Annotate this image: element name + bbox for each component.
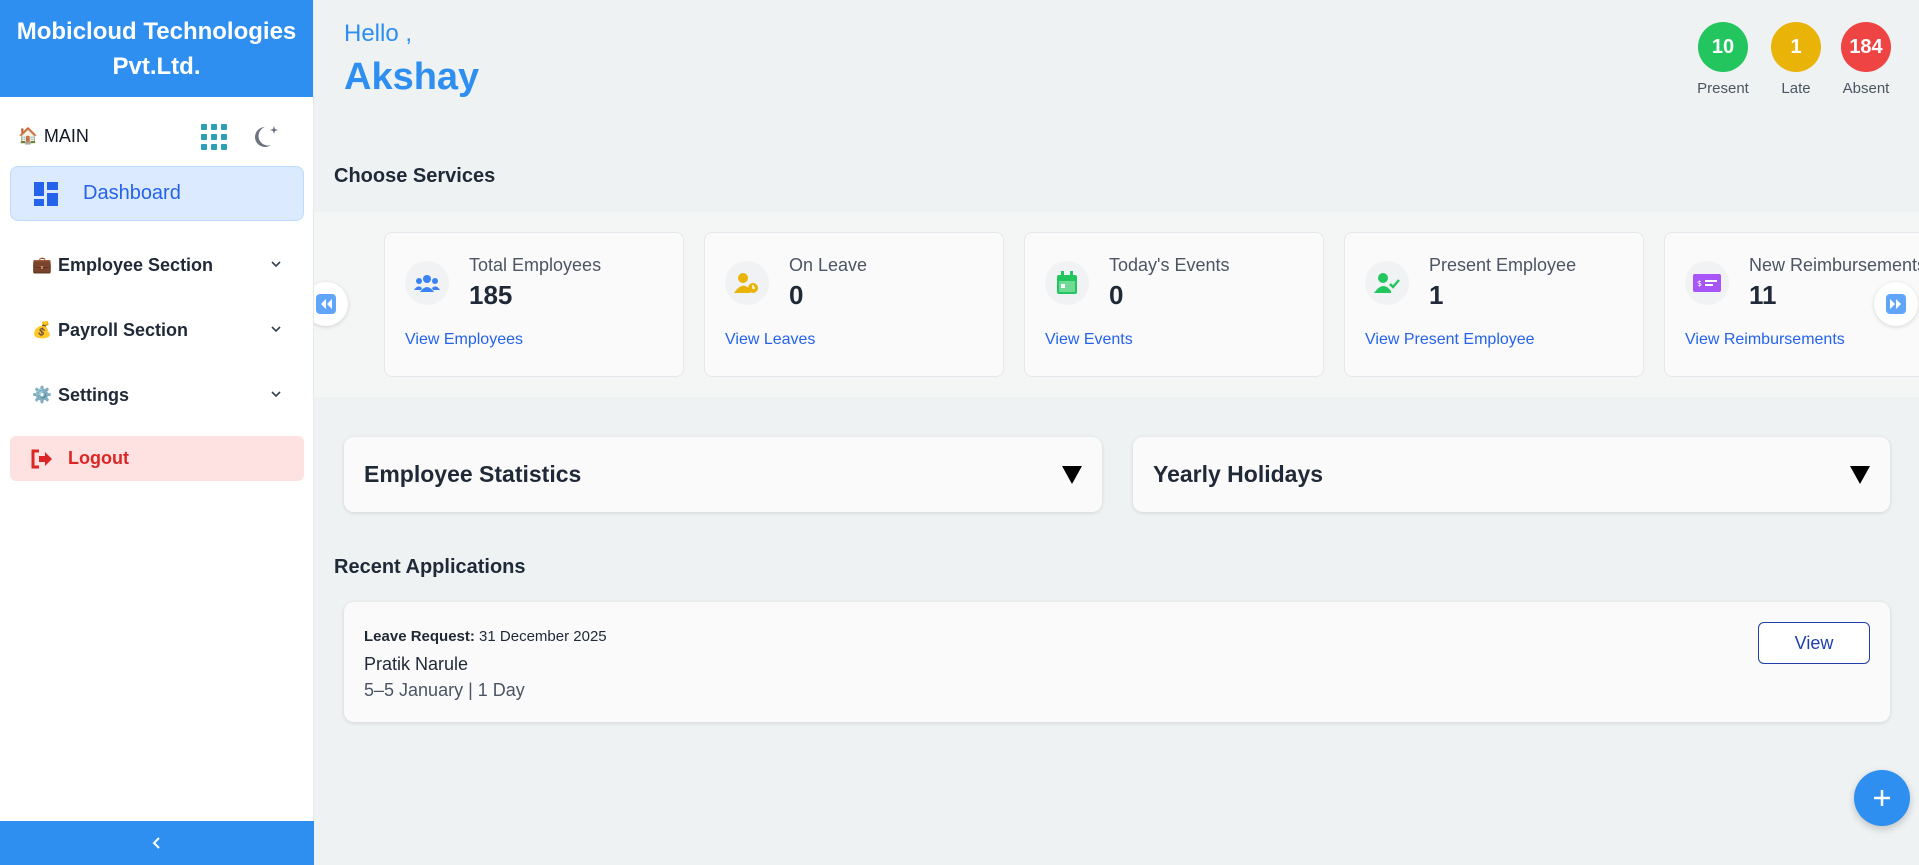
logout-icon [31, 449, 52, 468]
view-employees-link[interactable]: View Employees [405, 331, 523, 349]
card-title: Today's Events [1109, 255, 1230, 275]
accordion-title: Yearly Holidays [1153, 461, 1324, 487]
logout-label: Logout [68, 448, 129, 468]
stat-late[interactable]: 1 Late [1761, 22, 1831, 97]
stat-label: Absent [1842, 80, 1890, 97]
view-reimbursements-link[interactable]: View Reimbursements [1685, 331, 1845, 349]
stat-label: Late [1781, 80, 1811, 97]
card-value: 185 [469, 280, 513, 310]
card-title: Present Employee [1429, 255, 1577, 275]
request-line: Leave Request: 31 December 2025 [364, 628, 607, 645]
house-icon: 🏠 [18, 128, 38, 145]
sidebar-item-label: Dashboard [83, 182, 181, 204]
chevron-left-icon [152, 837, 160, 849]
double-chevron-right-icon [1886, 294, 1906, 314]
request-type: Leave Request: [364, 628, 475, 645]
main-section-label: MAIN [43, 125, 89, 146]
stat-value: 10 [1698, 22, 1748, 72]
accordion-title: Employee Statistics [364, 461, 582, 487]
greeting: Hello , [344, 20, 413, 47]
company-name: Mobicloud Technologies Pvt.Ltd. [16, 17, 297, 80]
user-clock-icon [725, 261, 769, 305]
sidebar-collapse-button[interactable] [0, 821, 314, 865]
money-bag-icon: 💰 [32, 322, 52, 339]
logout-button[interactable]: Logout [10, 436, 304, 481]
dark-mode-moon-icon[interactable] [252, 121, 282, 151]
sidebar-item-payroll-section[interactable]: 💰 Payroll Section [10, 305, 304, 355]
card-value: 0 [789, 280, 804, 310]
caret-down-icon [1062, 465, 1082, 484]
plus-icon [1874, 790, 1890, 806]
chevron-down-icon [271, 326, 281, 333]
sidebar-item-label: Settings [58, 384, 130, 405]
money-check-icon: $ [1685, 261, 1729, 305]
application-duration: 5–5 January | 1 Day [364, 680, 525, 700]
users-icon [405, 261, 449, 305]
sidebar-item-employee-section[interactable]: 💼 Employee Section [10, 240, 304, 290]
dashboard-icon [34, 181, 58, 206]
apps-grid-icon[interactable] [201, 124, 227, 150]
card-title: Total Employees [469, 255, 602, 275]
chevron-down-icon [271, 261, 281, 268]
chevron-down-icon [271, 391, 281, 398]
stat-present[interactable]: 10 Present [1688, 22, 1758, 97]
services-carousel: Total Employees 185 View Employees On Le… [314, 212, 1919, 397]
gear-icon: ⚙️ [32, 387, 52, 404]
employee-statistics-accordion[interactable]: Employee Statistics [344, 437, 1102, 512]
user-name: Akshay [344, 56, 480, 98]
stat-absent[interactable]: 184 Absent [1831, 22, 1901, 97]
view-application-button[interactable]: View [1758, 622, 1870, 664]
sidebar-item-settings[interactable]: ⚙️ Settings [10, 370, 304, 420]
service-card-present-employee[interactable]: Present Employee 1 View Present Employee [1344, 232, 1644, 377]
briefcase-icon: 💼 [32, 257, 52, 274]
main-section-row: 🏠 MAIN [0, 97, 313, 175]
sidebar-item-dashboard[interactable]: Dashboard [10, 166, 304, 221]
card-value: 0 [1109, 280, 1124, 310]
brand-header: Mobicloud Technologies Pvt.Ltd. [0, 0, 313, 97]
yearly-holidays-accordion[interactable]: Yearly Holidays [1133, 437, 1890, 512]
service-card-on-leave[interactable]: On Leave 0 View Leaves [704, 232, 1004, 377]
service-card-total-employees[interactable]: Total Employees 185 View Employees [384, 232, 684, 377]
calendar-icon [1045, 261, 1089, 305]
stat-label: Present [1697, 80, 1749, 97]
double-chevron-left-icon [316, 294, 336, 314]
applicant-name: Pratik Narule [364, 654, 469, 674]
card-value: 11 [1749, 280, 1777, 310]
sidebar: Mobicloud Technologies Pvt.Ltd. 🏠 MAIN D… [0, 0, 314, 865]
application-item: Leave Request: 31 December 2025 Pratik N… [344, 602, 1890, 722]
card-value: 1 [1429, 280, 1444, 310]
stat-value: 1 [1771, 22, 1821, 72]
service-card-todays-events[interactable]: Today's Events 0 View Events [1024, 232, 1324, 377]
carousel-prev-button[interactable] [314, 282, 348, 326]
carousel-next-button[interactable] [1874, 282, 1918, 326]
stat-value: 184 [1841, 22, 1891, 72]
sidebar-item-label: Employee Section [58, 254, 214, 275]
card-title: New Reimbursements [1749, 255, 1919, 275]
card-title: On Leave [789, 255, 868, 275]
services-title: Choose Services [334, 165, 496, 187]
view-leaves-link[interactable]: View Leaves [725, 331, 815, 349]
recent-applications-title: Recent Applications [334, 556, 526, 578]
sidebar-item-label: Payroll Section [58, 319, 189, 340]
svg-text:$: $ [1697, 279, 1702, 288]
add-fab-button[interactable] [1854, 770, 1910, 826]
view-events-link[interactable]: View Events [1045, 331, 1133, 349]
user-check-icon [1365, 261, 1409, 305]
request-date: 31 December 2025 [479, 628, 607, 645]
view-present-employee-link[interactable]: View Present Employee [1365, 331, 1535, 349]
caret-down-icon [1850, 465, 1870, 484]
